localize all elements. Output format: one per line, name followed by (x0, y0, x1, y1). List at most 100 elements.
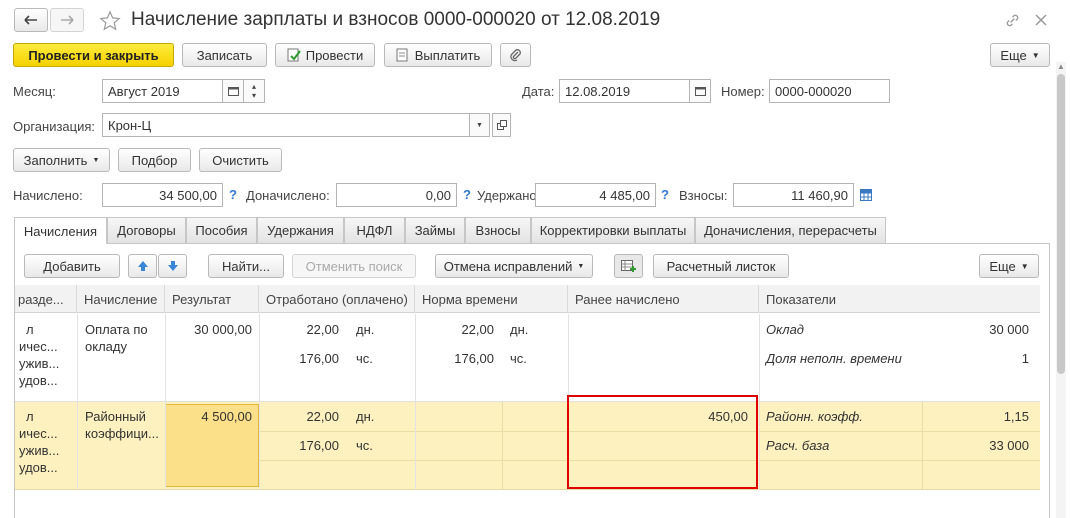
scroll-up-icon[interactable]: ▲ (1057, 62, 1065, 71)
column-divider (415, 314, 416, 490)
arrow-down-icon (167, 261, 178, 271)
tab-contracts[interactable]: Договоры (107, 217, 186, 243)
extra-accrued-label: Доначислено: (246, 188, 330, 203)
row2-worked-hours-unit: чс. (356, 438, 373, 453)
accrued-field[interactable]: 34 500,00 (102, 183, 223, 207)
row1-indicator-name: Оклад (766, 322, 804, 337)
row1-accrual-line: Оплата по (85, 322, 148, 337)
table-icon[interactable] (860, 189, 872, 201)
column-header-accrual[interactable]: Начисление (77, 285, 165, 313)
organization-open-button[interactable] (492, 113, 511, 137)
clear-button[interactable]: Очистить (199, 148, 282, 172)
row1-worked-days: 22,00 (306, 322, 339, 337)
scrollbar-thumb[interactable] (1057, 74, 1065, 374)
grid-add-icon (621, 259, 636, 272)
accrued-label: Начислено: (13, 188, 83, 203)
paperclip-icon (509, 49, 521, 62)
help-icon[interactable]: ? (229, 187, 237, 202)
move-up-button[interactable] (128, 254, 157, 278)
close-icon[interactable] (1035, 14, 1047, 26)
row1-norm-days: 22,00 (461, 322, 494, 337)
extra-accrued-field[interactable]: 0,00 (336, 183, 457, 207)
save-button[interactable]: Записать (182, 43, 267, 67)
post-document-icon (287, 48, 301, 62)
cancel-search-button[interactable]: Отменить поиск (292, 254, 416, 278)
organization-field[interactable]: Крон-Ц (102, 113, 470, 137)
post-button-label: Провести (305, 47, 364, 63)
more-button-label: Еще (1000, 47, 1027, 63)
row2-result: 4 500,00 (201, 409, 252, 424)
column-divider (77, 314, 78, 490)
row1-result: 30 000,00 (194, 322, 252, 337)
row2-indicator-name: Расч. база (766, 438, 830, 453)
number-field[interactable]: 0000-000020 (769, 79, 890, 103)
link-icon[interactable] (1005, 13, 1020, 28)
tab-payment-corrections[interactable]: Корректировки выплаты (531, 217, 695, 243)
column-header-worked[interactable]: Отработано (оплачено) (259, 285, 415, 313)
tab-contributions[interactable]: Взносы (465, 217, 531, 243)
month-field[interactable]: Август 2019 (102, 79, 223, 103)
row1-norm-hours-unit: чс. (510, 351, 527, 366)
organization-dropdown[interactable]: ▼ (469, 113, 490, 137)
chevron-down-icon: ▼ (1031, 50, 1040, 60)
spin-up-icon[interactable]: ▴ (252, 82, 256, 91)
table-settings-button[interactable] (614, 254, 643, 278)
column-header-result[interactable]: Результат (165, 285, 259, 313)
vertical-scrollbar[interactable]: ▲ (1056, 62, 1066, 518)
payslip-button[interactable]: Расчетный листок (653, 254, 789, 278)
post-and-close-button[interactable]: Провести и закрыть (13, 43, 174, 67)
chevron-down-icon: ▼ (577, 262, 585, 270)
column-header-time-norm[interactable]: Норма времени (415, 285, 568, 313)
withheld-field[interactable]: 4 485,00 (535, 183, 656, 207)
cancel-corrections-button[interactable]: Отмена исправлений ▼ (435, 254, 593, 278)
attach-button[interactable] (500, 43, 531, 67)
find-button[interactable]: Найти... (208, 254, 284, 278)
month-spinner[interactable]: ▴ ▾ (243, 79, 265, 103)
payment-icon (396, 48, 408, 62)
column-divider (259, 314, 260, 490)
row2-worked-days: 22,00 (306, 409, 339, 424)
spin-down-icon[interactable]: ▾ (252, 91, 256, 100)
star-icon[interactable] (99, 10, 121, 32)
chevron-down-icon: ▼ (476, 121, 483, 129)
tab-accruals[interactable]: Начисления (14, 217, 107, 244)
row1-indicator-name: Доля неполн. времени (766, 351, 902, 366)
move-down-button[interactable] (158, 254, 187, 278)
column-header-department[interactable]: разде... (15, 285, 77, 313)
tab-loans[interactable]: Займы (405, 217, 465, 243)
help-icon[interactable]: ? (661, 187, 669, 202)
fill-button[interactable]: Заполнить ▼ (13, 148, 110, 172)
table-more-button[interactable]: Еще ▼ (979, 254, 1039, 278)
tab-benefits[interactable]: Пособия (186, 217, 257, 243)
chevron-down-icon: ▼ (92, 156, 100, 164)
column-header-previously-accrued[interactable]: Ранее начислено (568, 285, 759, 313)
contributions-label: Взносы: (679, 188, 728, 203)
more-button[interactable]: Еще ▼ (990, 43, 1050, 67)
column-divider (759, 314, 760, 490)
add-row-button[interactable]: Добавить (24, 254, 120, 278)
tab-ndfl[interactable]: НДФЛ (344, 217, 405, 243)
row2-accrual-line: Районный (85, 409, 146, 424)
tab-deductions[interactable]: Удержания (257, 217, 344, 243)
back-button[interactable] (14, 8, 48, 32)
column-header-indicators[interactable]: Показатели (759, 285, 1040, 313)
date-field[interactable]: 12.08.2019 (559, 79, 690, 103)
row1-worked-hours-unit: чс. (356, 351, 373, 366)
highlight-box (567, 395, 758, 489)
pay-button-label: Выплатить (414, 47, 481, 63)
chevron-down-icon: ▼ (1020, 261, 1029, 271)
row2-accrual-line: коэффици... (85, 426, 159, 441)
calendar-button[interactable] (222, 79, 244, 103)
row2-department-line: удов... (19, 460, 58, 475)
tab-recalculations[interactable]: Доначисления, перерасчеты (695, 217, 886, 243)
help-icon[interactable]: ? (463, 187, 471, 202)
arrow-up-icon (137, 261, 148, 271)
forward-button[interactable] (50, 8, 84, 32)
contributions-field[interactable]: 11 460,90 (733, 183, 854, 207)
post-button[interactable]: Провести (275, 43, 375, 67)
row1-indicator-value: 30 000 (989, 322, 1029, 337)
date-calendar-button[interactable] (689, 79, 711, 103)
row1-accrual-line: окладу (85, 339, 127, 354)
select-button[interactable]: Подбор (118, 148, 191, 172)
pay-button[interactable]: Выплатить (384, 43, 492, 67)
